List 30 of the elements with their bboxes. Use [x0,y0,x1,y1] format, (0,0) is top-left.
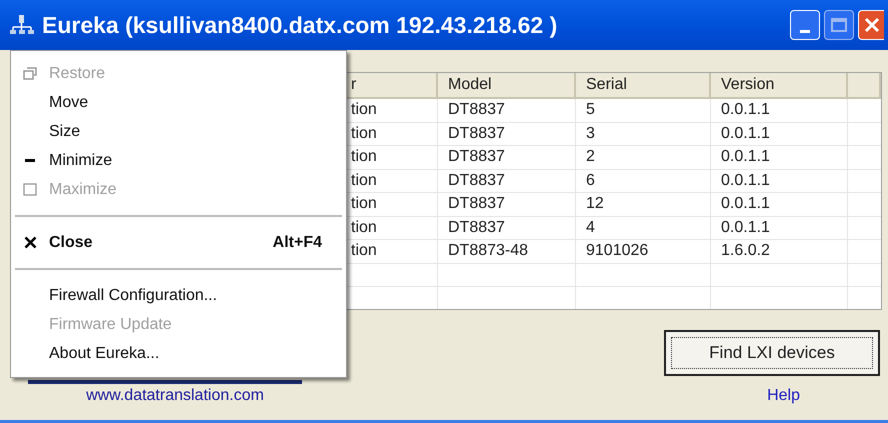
window-title: Eureka (ksullivan8400.datx.com 192.43.218.62 ) [42,10,558,40]
table-cell: DT8837 [438,216,576,239]
table-cell: DT8837 [438,193,576,216]
menu-item[interactable]: Firewall Configuration... [11,281,346,310]
table-cell: 0.0.1.1 [711,122,848,145]
table-cell: 0.0.1.1 [711,193,848,216]
table-cell: 2 [576,146,711,168]
table-cell: 12 [576,193,711,216]
table-cell: 0.0.1.1 [711,170,848,192]
find-devices-button[interactable]: Find LXI devices [664,330,880,376]
column-header[interactable]: Model [438,73,576,97]
column-header[interactable]: Serial [576,73,711,97]
table-cell: 9101026 [576,240,711,262]
table-cell: 0.0.1.1 [711,99,848,122]
table-cell: DT8837 [438,99,576,122]
menu-item[interactable]: About Eureka... [11,339,346,368]
table-cell: 4 [576,216,711,239]
website-link[interactable]: www.datatranslation.com [86,384,264,408]
table-cell: 6 [576,170,711,192]
table-cell: 3 [576,122,711,145]
table-cell: DT8837 [438,122,576,145]
table-cell: 0.0.1.1 [711,146,848,168]
table-cell: 1.6.0.2 [711,240,848,262]
table-cell: 5 [576,99,711,122]
table-cell: DT8837 [438,146,576,168]
table-cell: DT8873-48 [438,240,576,262]
help-link[interactable]: Help [767,384,800,408]
table-cell: 0.0.1.1 [711,216,848,239]
column-header[interactable]: Version [711,73,848,97]
table-cell: DT8837 [438,170,576,192]
